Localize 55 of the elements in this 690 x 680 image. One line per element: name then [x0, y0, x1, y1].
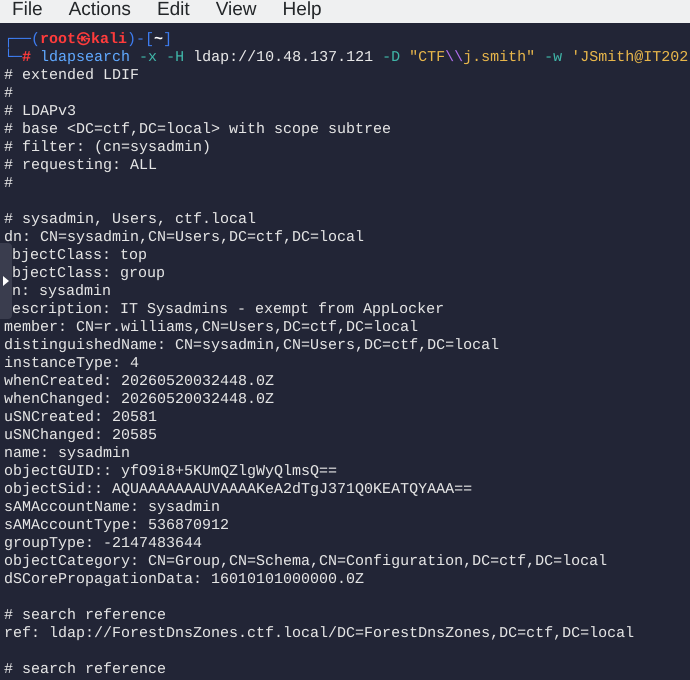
output-line: member: CN=r.williams,CN=Users,DC=ctf,DC=local	[4, 319, 418, 336]
output-line: # sysadmin, Users, ctf.local	[4, 211, 256, 228]
output-line: uSNCreated: 20581	[4, 409, 158, 426]
command-token: ldap://10.48.137.121	[193, 49, 374, 67]
output-line: sAMAccountType: 536870912	[4, 517, 230, 534]
output-line: # LDAPv3	[4, 103, 76, 120]
command-token: ldapsearch	[40, 49, 130, 67]
output-line: n: sysadmin	[12, 283, 112, 300]
prompt-user-host: root㉿kali	[40, 31, 128, 49]
prompt-bracket: )-[	[127, 31, 154, 49]
output-line: objectSid:: AQUAAAAAAAUVAAAAKeA2dTgJ371Q0KEATQYAAA==	[4, 481, 472, 498]
command-token: -w	[544, 49, 562, 67]
command-token: -D	[382, 49, 400, 67]
command-token: "CTF	[409, 49, 446, 67]
output-line: # filter: (cn=sysadmin)	[4, 139, 212, 156]
output-line: # base <DC=ctf,DC=local> with scope subtree	[4, 121, 392, 138]
menu-item[interactable]: Actions	[68, 0, 131, 20]
output-line: whenCreated: 20260520032448.0Z	[4, 373, 274, 390]
side-panel-handle[interactable]	[0, 243, 12, 319]
output-line: # requesting: ALL	[4, 157, 158, 174]
output-line: whenChanged: 20260520032448.0Z	[4, 391, 274, 408]
command-token: -H	[166, 49, 184, 67]
prompt-directory: ~	[154, 31, 164, 49]
output-line: # search reference	[4, 607, 166, 624]
menu-item[interactable]: File	[12, 0, 43, 20]
prompt-bracket: ┌──(	[4, 31, 40, 48]
command-token: \\	[445, 49, 464, 67]
output-line: uSNChanged: 20585	[4, 427, 158, 444]
output-line: name: sysadmin	[4, 445, 130, 462]
output-line: escription: IT Sysadmins - exempt from AppLocker	[12, 301, 444, 318]
output-line: objectGUID:: yfO9i8+5KUmQZlgWyQlmsQ==	[4, 463, 338, 480]
command-token: -x	[139, 49, 158, 67]
output-line: groupType: -2147483644	[4, 535, 202, 552]
output-line: objectCategory: CN=Group,CN=Schema,CN=Configuration,DC=ctf,DC=local	[4, 553, 608, 570]
output-line: bjectClass: top	[12, 247, 148, 264]
output-line: dSCorePropagationData: 16010101000000.0Z	[4, 571, 364, 588]
menu-item[interactable]: Edit	[156, 0, 190, 20]
output-line: ref: ldap://ForestDnsZones.ctf.local/DC=ForestDnsZones,DC=ctf,DC=local	[4, 625, 634, 642]
output-line: dn: CN=sysadmin,CN=Users,DC=ctf,DC=local	[4, 229, 364, 246]
prompt-corner: └─	[4, 49, 22, 67]
output-line: #	[4, 175, 14, 192]
output-line: #	[4, 85, 14, 102]
output-line: # extended LDIF	[4, 67, 140, 84]
output-line: distinguishedName: CN=sysadmin,CN=Users,DC=ctf,DC=local	[4, 337, 500, 354]
output-line: # search reference	[4, 661, 166, 678]
command-token: 'JSmith@IT202	[571, 49, 688, 67]
output-line: sAMAccountName: sysadmin	[4, 499, 220, 516]
output-line: bjectClass: group	[12, 265, 166, 282]
output-line: instanceType: 4	[4, 355, 140, 372]
menu-item[interactable]: View	[216, 0, 257, 20]
prompt-symbol: #	[22, 49, 32, 67]
menu-item[interactable]: Help	[282, 0, 322, 20]
prompt-bracket: ]	[163, 31, 172, 49]
command-token: j.smith"	[463, 49, 536, 67]
arrow-right-icon	[3, 276, 9, 286]
